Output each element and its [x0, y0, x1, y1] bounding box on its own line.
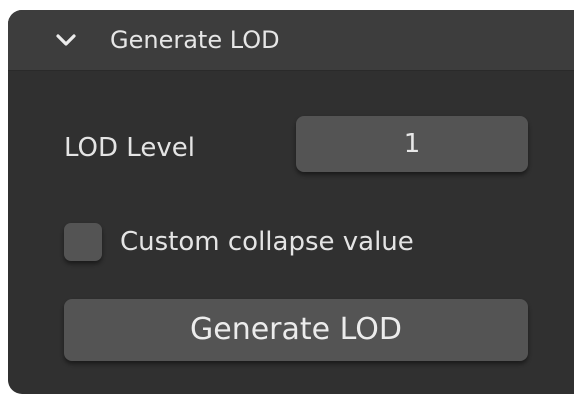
generate-lod-button[interactable]: Generate LOD — [64, 299, 528, 361]
lod-level-field[interactable]: 1 — [296, 116, 528, 172]
panel-title: Generate LOD — [110, 26, 280, 54]
generate-lod-panel: Generate LOD LOD Level 1 Custom collapse… — [8, 10, 574, 394]
panel-header[interactable]: Generate LOD — [8, 10, 574, 71]
chevron-down-icon[interactable] — [56, 30, 76, 50]
custom-collapse-checkbox[interactable] — [64, 223, 102, 261]
custom-collapse-label[interactable]: Custom collapse value — [120, 222, 414, 262]
lod-level-label: LOD Level — [64, 133, 195, 163]
